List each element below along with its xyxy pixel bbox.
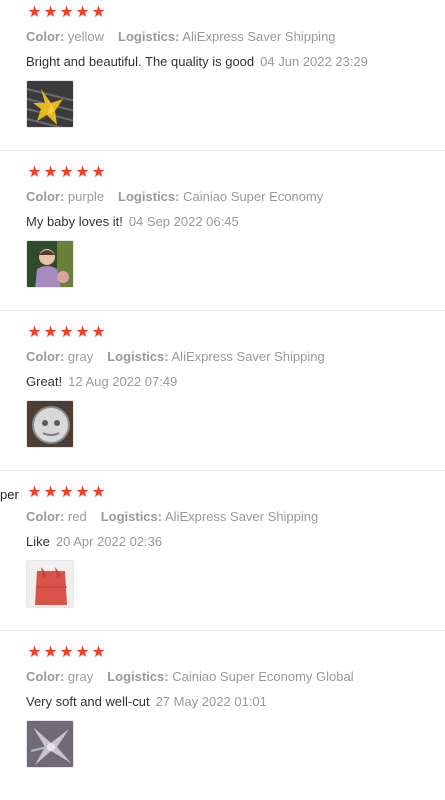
- star-icon: ★: [75, 4, 90, 21]
- review-text-line: Bright and beautiful. The quality is goo…: [26, 54, 368, 69]
- star-icon: ★: [59, 324, 74, 341]
- star-icon: ★: [43, 164, 58, 181]
- review-text: Like: [26, 534, 50, 549]
- star-icon: ★: [27, 644, 42, 661]
- color-value: gray: [67, 349, 94, 364]
- star-rating: ★ ★ ★ ★ ★: [27, 5, 106, 21]
- star-rating: ★ ★ ★ ★ ★: [27, 485, 106, 501]
- review-item: ★ ★ ★ ★ ★ Color: purple Logistics: Cainiao Su…: [0, 160, 445, 320]
- review-meta: Color: gray Logistics: AliExpress Saver S…: [26, 349, 325, 364]
- star-rating: ★ ★ ★ ★ ★: [27, 645, 106, 661]
- divider: [0, 470, 445, 471]
- color-value: yellow: [67, 29, 105, 44]
- photo-gray-bow: [27, 721, 73, 767]
- review-text: My baby loves it!: [26, 214, 123, 229]
- star-icon: ★: [75, 164, 90, 181]
- star-icon: ★: [91, 324, 106, 341]
- divider: [0, 150, 445, 151]
- review-text: Very soft and well-cut: [26, 694, 150, 709]
- star-icon: ★: [27, 164, 42, 181]
- review-date: 12 Aug 2022 07:49: [68, 374, 178, 389]
- star-icon: ★: [59, 4, 74, 21]
- color-label: Color:: [26, 189, 65, 204]
- review-meta: Color: yellow Logistics: AliExpress Saver…: [26, 29, 336, 44]
- logistics-label: Logistics:: [107, 669, 169, 684]
- color-label: Color:: [26, 29, 65, 44]
- review-date: 04 Jun 2022 23:29: [260, 54, 368, 69]
- review-meta: Color: red Logistics: AliExpress Saver Sh…: [26, 509, 318, 524]
- star-icon: ★: [27, 484, 42, 501]
- logistics-label: Logistics:: [118, 29, 180, 44]
- logistics-label: Logistics:: [100, 509, 163, 524]
- star-icon: ★: [43, 324, 58, 341]
- photo-red-item: [27, 561, 73, 607]
- color-value: red: [67, 509, 87, 524]
- review-text: Great!: [26, 374, 63, 389]
- photo-gray-item: [27, 401, 73, 447]
- review-item: ★ ★ ★ ★ ★ Color: gray Logistics: AliExpress S…: [0, 320, 445, 480]
- photo-baby-purple: [27, 241, 73, 287]
- review-photo-thumbnail[interactable]: [26, 560, 74, 608]
- review-text-line: Like 20 Apr 2022 02:36: [26, 534, 162, 549]
- logistics-value: AliExpress Saver Shipping: [171, 349, 325, 364]
- color-value: gray: [67, 669, 94, 684]
- logistics-value: Cainiao Super Economy: [183, 189, 324, 204]
- color-value: purple: [67, 189, 105, 204]
- star-icon: ★: [75, 644, 90, 661]
- review-text-line: Great! 12 Aug 2022 07:49: [26, 374, 177, 389]
- review-item: ★ ★ ★ ★ ★ Color: yellow Logistics: AliExpress…: [0, 0, 445, 160]
- review-item: ★ ★ ★ ★ ★ Color: red Logistics: AliExpress Sa…: [0, 480, 445, 640]
- star-icon: ★: [91, 164, 106, 181]
- photo-yellow-item: [27, 81, 73, 127]
- star-icon: ★: [91, 484, 106, 501]
- logistics-label: Logistics:: [118, 189, 180, 204]
- star-icon: ★: [43, 644, 58, 661]
- color-label: Color:: [26, 669, 65, 684]
- star-rating: ★ ★ ★ ★ ★: [27, 165, 106, 181]
- divider: [0, 310, 445, 311]
- review-photo-thumbnail[interactable]: [26, 80, 74, 128]
- review-date: 20 Apr 2022 02:36: [55, 534, 163, 549]
- color-label: Color:: [26, 509, 65, 524]
- review-meta: Color: gray Logistics: Cainiao Super Econ…: [26, 669, 354, 684]
- star-icon: ★: [59, 484, 74, 501]
- review-meta: Color: purple Logistics: Cainiao Super Ec…: [26, 189, 323, 204]
- logistics-label: Logistics:: [107, 349, 169, 364]
- star-icon: ★: [59, 644, 74, 661]
- review-text-line: My baby loves it! 04 Sep 2022 06:45: [26, 214, 239, 229]
- star-rating: ★ ★ ★ ★ ★: [27, 325, 106, 341]
- logistics-value: Cainiao Super Economy Global: [172, 669, 354, 684]
- star-icon: ★: [27, 324, 42, 341]
- divider: [0, 630, 445, 631]
- review-text-line: Very soft and well-cut 27 May 2022 01:01: [26, 694, 267, 709]
- star-icon: ★: [27, 4, 42, 21]
- color-label: Color:: [26, 349, 65, 364]
- review-text: Bright and beautiful. The quality is goo…: [26, 54, 255, 69]
- review-photo-thumbnail[interactable]: [26, 240, 74, 288]
- star-icon: ★: [75, 484, 90, 501]
- star-icon: ★: [91, 644, 106, 661]
- star-icon: ★: [59, 164, 74, 181]
- review-item: ★ ★ ★ ★ ★ Color: gray Logistics: Cainiao Supe…: [0, 640, 445, 800]
- review-date: 04 Sep 2022 06:45: [128, 214, 239, 229]
- review-date: 27 May 2022 01:01: [155, 694, 267, 709]
- review-photo-thumbnail[interactable]: [26, 720, 74, 768]
- star-icon: ★: [75, 324, 90, 341]
- star-icon: ★: [43, 484, 58, 501]
- star-icon: ★: [91, 4, 106, 21]
- logistics-value: AliExpress Saver Shipping: [182, 29, 336, 44]
- logistics-value: AliExpress Saver Shipping: [165, 509, 319, 524]
- star-icon: ★: [43, 4, 58, 21]
- review-photo-thumbnail[interactable]: [26, 400, 74, 448]
